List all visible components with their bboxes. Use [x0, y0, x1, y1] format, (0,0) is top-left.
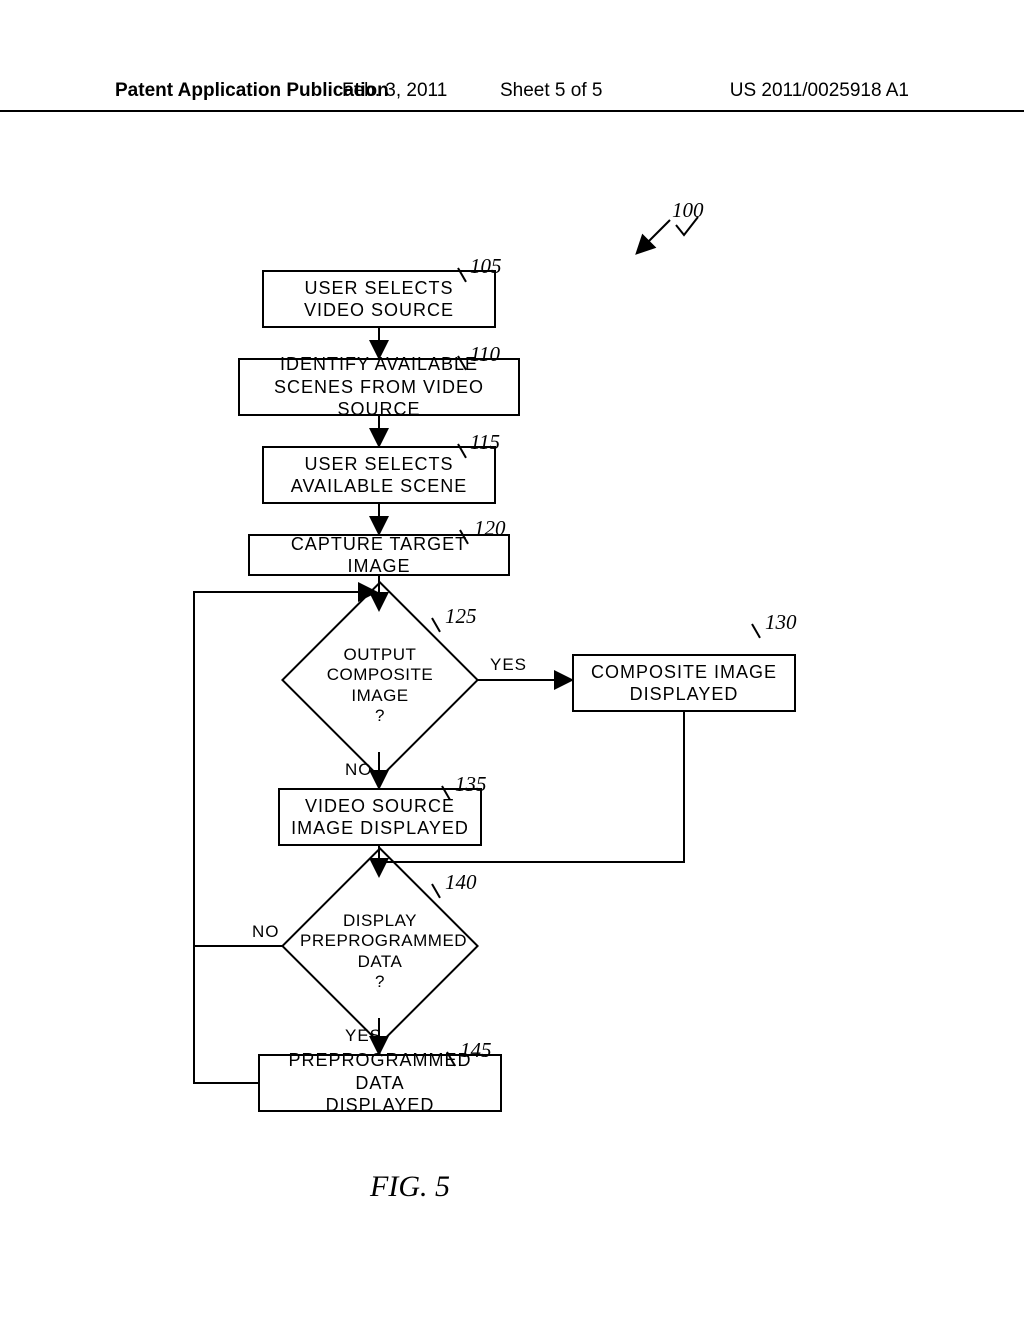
box-120-text: CAPTURE TARGET IMAGE	[260, 533, 498, 578]
ref-105: 105	[470, 254, 502, 279]
diamond-125-label: OUTPUT COMPOSITE IMAGE ?	[327, 645, 434, 725]
box-135: VIDEO SOURCE IMAGE DISPLAYED	[278, 788, 482, 846]
page-header: Patent Application Publication Feb. 3, 2…	[0, 80, 1024, 112]
ref-120: 120	[474, 516, 506, 541]
tick-130	[751, 624, 761, 639]
ref-140: 140	[445, 870, 477, 895]
label-yes-140: YES	[345, 1026, 382, 1046]
ref-135: 135	[455, 772, 487, 797]
label-yes-125: YES	[490, 655, 527, 675]
label-no-140: NO	[252, 922, 280, 942]
box-115: USER SELECTS AVAILABLE SCENE	[262, 446, 496, 504]
ref-130: 130	[765, 610, 797, 635]
header-sheet: Sheet 5 of 5	[500, 80, 602, 102]
header-pubno: US 2011/0025918 A1	[730, 80, 909, 102]
box-130-text: COMPOSITE IMAGE DISPLAYED	[591, 661, 777, 706]
label-no-125: NO	[345, 760, 373, 780]
box-105-text: USER SELECTS VIDEO SOURCE	[304, 277, 454, 322]
box-145-text: PREPROGRAMMED DATA DISPLAYED	[270, 1049, 490, 1117]
box-115-text: USER SELECTS AVAILABLE SCENE	[291, 453, 467, 498]
ref-115: 115	[470, 430, 500, 455]
tick-125	[431, 618, 441, 633]
diamond-125-text: OUTPUT COMPOSITE IMAGE ?	[300, 645, 460, 727]
ref-110: 110	[470, 342, 500, 367]
box-120: CAPTURE TARGET IMAGE	[248, 534, 510, 576]
box-105: USER SELECTS VIDEO SOURCE	[262, 270, 496, 328]
box-130: COMPOSITE IMAGE DISPLAYED	[572, 654, 796, 712]
tick-140	[431, 884, 441, 899]
figure-caption: FIG. 5	[370, 1170, 450, 1204]
arrow-100	[0, 150, 1024, 1250]
ref-145: 145	[460, 1038, 492, 1063]
connectors	[0, 150, 1024, 1250]
ref-125: 125	[445, 604, 477, 629]
diamond-140-text: DISPLAY PREPROGRAMMED DATA ?	[300, 911, 460, 993]
diagram-canvas: 100 USER SELECTS VIDEO SOURCE 105 IDENTI…	[0, 150, 1024, 1250]
ref-100: 100	[672, 198, 704, 223]
diamond-140-label: DISPLAY PREPROGRAMMED DATA ?	[300, 911, 467, 991]
box-135-text: VIDEO SOURCE IMAGE DISPLAYED	[291, 795, 469, 840]
header-date: Feb. 3, 2011	[342, 80, 447, 102]
